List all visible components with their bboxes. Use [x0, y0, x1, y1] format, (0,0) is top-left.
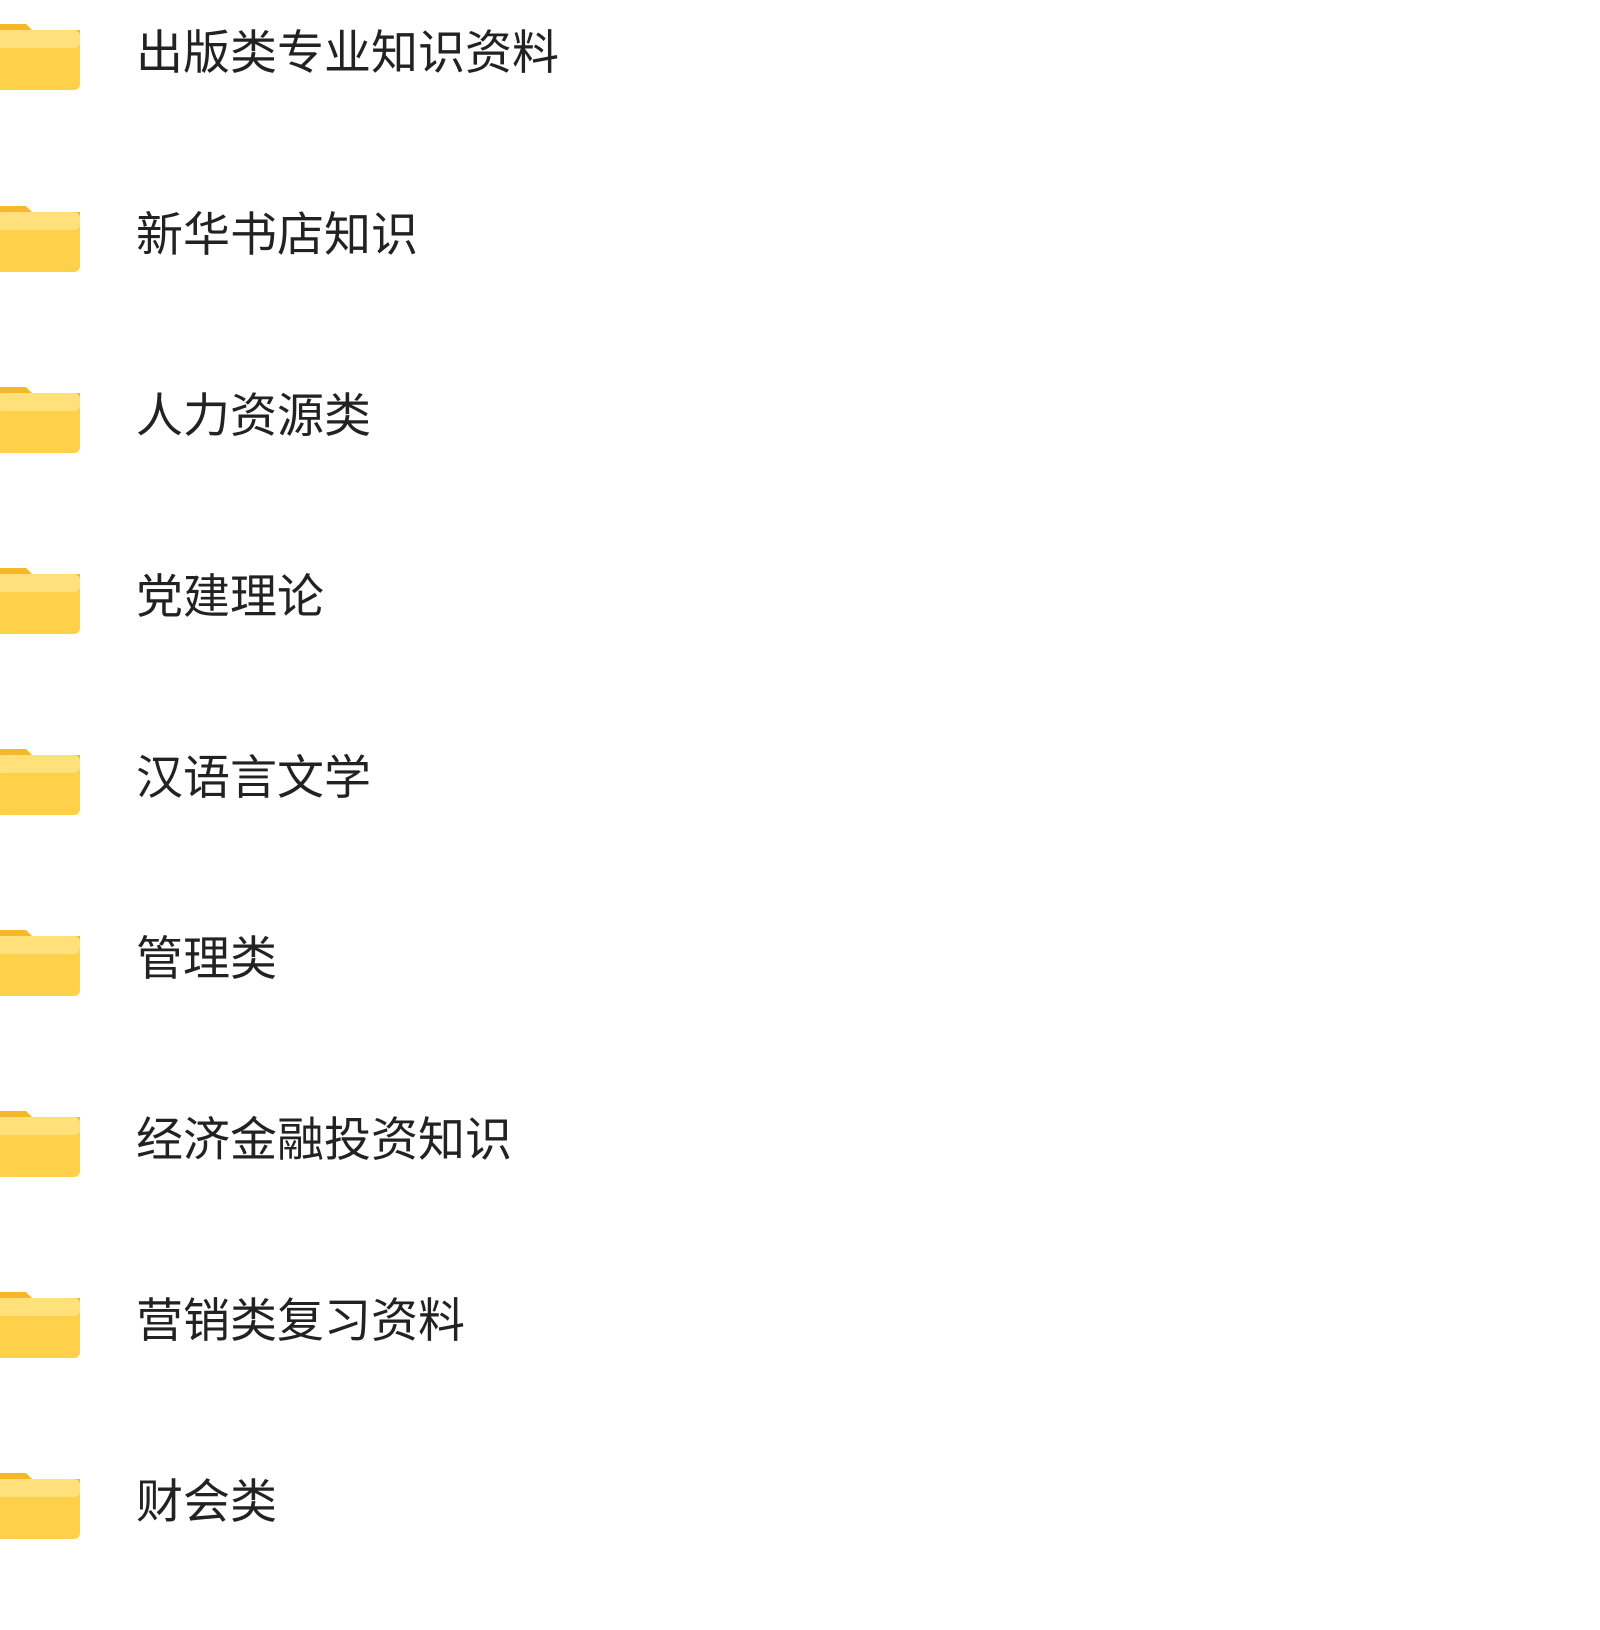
folder-icon — [0, 749, 80, 815]
folder-icon — [0, 1473, 80, 1539]
folder-name: 经济金融投资知识 — [136, 1113, 512, 1168]
folder-icon — [0, 930, 80, 996]
folder-name: 出版类专业知识资料 — [136, 26, 559, 81]
folder-item[interactable]: 财会类 — [0, 1449, 720, 1559]
folder-item[interactable]: 新华书店知识 — [0, 182, 720, 292]
folder-item[interactable]: 人力资源类 — [0, 363, 720, 473]
folder-icon — [0, 387, 80, 453]
folder-name: 管理类 — [136, 932, 277, 987]
folder-icon — [0, 24, 80, 90]
folder-name: 营销类复习资料 — [136, 1294, 465, 1349]
folder-item[interactable]: 管理类 — [0, 906, 720, 1016]
folder-item[interactable]: 党建理论 — [0, 544, 720, 654]
folder-name: 新华书店知识 — [136, 208, 418, 263]
folder-name: 财会类 — [136, 1475, 277, 1530]
folder-icon — [0, 568, 80, 634]
folder-name: 汉语言文学 — [136, 751, 371, 806]
folder-item[interactable]: 汉语言文学 — [0, 725, 720, 835]
folder-item[interactable]: 营销类复习资料 — [0, 1268, 720, 1378]
folder-name: 党建理论 — [136, 570, 324, 625]
folder-name: 人力资源类 — [136, 389, 371, 444]
folder-icon — [0, 1111, 80, 1177]
folder-list: 出版类专业知识资料 新华书店知识 人力资源类 党建理论 汉语言文学 管理类 经济… — [0, 0, 1600, 1630]
folder-item[interactable]: 出版类专业知识资料 — [0, 0, 720, 110]
folder-item[interactable]: 经济金融投资知识 — [0, 1087, 720, 1197]
folder-icon — [0, 206, 80, 272]
folder-icon — [0, 1292, 80, 1358]
